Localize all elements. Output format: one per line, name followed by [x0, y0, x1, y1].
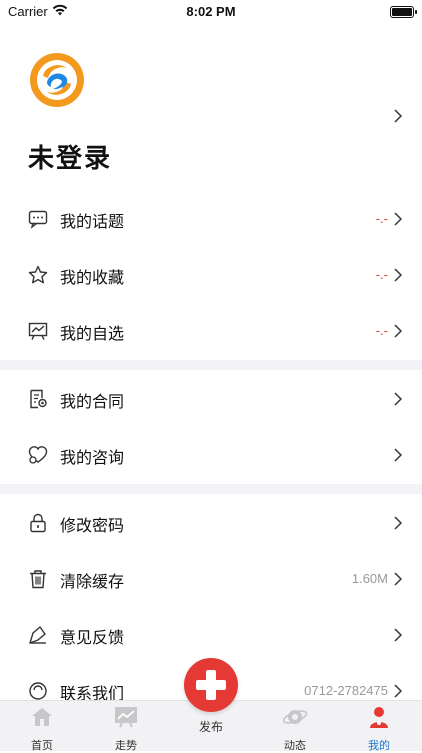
section-divider: [0, 484, 422, 494]
menu-label: 清除缓存: [60, 572, 125, 591]
feedback-pen-icon: [28, 625, 48, 645]
chevron-right-icon: [394, 515, 403, 534]
publish-button[interactable]: [184, 658, 238, 712]
menu-row-my-topics[interactable]: 我的话题 -.-: [0, 191, 422, 247]
chevron-right-icon: [394, 211, 403, 230]
plus-icon: [184, 670, 238, 716]
tab-label: 首页: [31, 739, 53, 752]
battery-icon: [390, 6, 417, 18]
menu-row-clear-cache[interactable]: 清除缓存 1.60M: [0, 551, 422, 607]
section-divider: [0, 360, 422, 370]
chevron-right-icon: [394, 267, 403, 286]
contact-phone: 0712-2782475: [304, 683, 388, 698]
menu-row-my-contracts[interactable]: 我的合同: [0, 371, 422, 427]
menu-label: 我的咨询: [60, 448, 125, 467]
menu-row-my-watchlist[interactable]: 我的自选 -.-: [0, 303, 422, 359]
contract-icon: [28, 389, 48, 409]
tab-label: 我的: [368, 739, 390, 752]
menu-row-change-password[interactable]: 修改密码: [0, 495, 422, 551]
chevron-right-icon: [394, 571, 403, 590]
topics-count: -.-: [375, 211, 388, 226]
chevron-right-icon: [394, 323, 403, 342]
menu-label: 我的合同: [60, 392, 125, 411]
menu-label: 修改密码: [60, 516, 125, 535]
watchlist-count: -.-: [375, 323, 388, 338]
menu-label: 意见反馈: [60, 628, 125, 647]
chevron-right-icon: [394, 391, 403, 410]
menu-row-my-favorites[interactable]: 我的收藏 -.-: [0, 247, 422, 303]
trash-icon: [28, 569, 48, 589]
lock-icon: [28, 513, 48, 533]
publish-label: 发布: [198, 720, 223, 734]
tab-home[interactable]: 首页: [0, 705, 84, 752]
orbit-icon: [253, 705, 337, 729]
status-bar: Carrier 8:02 PM: [0, 0, 422, 24]
tab-dynamic[interactable]: 动态: [253, 705, 337, 752]
menu-label: 联系我们: [60, 684, 125, 700]
clock: 8:02 PM: [186, 4, 236, 19]
star-icon: [28, 265, 48, 285]
chevron-right-icon: [394, 447, 403, 466]
chat-bubble-icon: [28, 209, 48, 229]
tab-mine[interactable]: 我的: [337, 705, 421, 752]
tab-label: 走势: [115, 739, 137, 752]
chevron-right-icon: [394, 627, 403, 646]
menu-row-my-consultation[interactable]: 我的咨询: [0, 427, 422, 483]
chevron-right-icon: [394, 108, 403, 127]
trend-chart-icon: [84, 705, 168, 729]
home-icon: [0, 705, 84, 729]
tab-trend[interactable]: 走势: [84, 705, 168, 752]
login-status-label[interactable]: 未登录: [28, 138, 112, 175]
menu-label: 我的自选: [60, 324, 125, 343]
app-logo-avatar: [29, 52, 85, 108]
chevron-right-icon: [394, 683, 403, 700]
favorites-count: -.-: [375, 267, 388, 282]
heart-chat-icon: [28, 445, 48, 465]
menu-label: 我的收藏: [60, 268, 125, 287]
tab-label: 动态: [284, 739, 306, 752]
profile-header[interactable]: 未登录: [0, 44, 422, 184]
phone-icon: [28, 681, 48, 700]
menu-label: 我的话题: [60, 212, 125, 231]
menu-row-feedback[interactable]: 意见反馈: [0, 607, 422, 663]
cache-size: 1.60M: [351, 571, 388, 586]
chart-board-icon: [28, 321, 48, 341]
user-icon: [337, 705, 421, 729]
